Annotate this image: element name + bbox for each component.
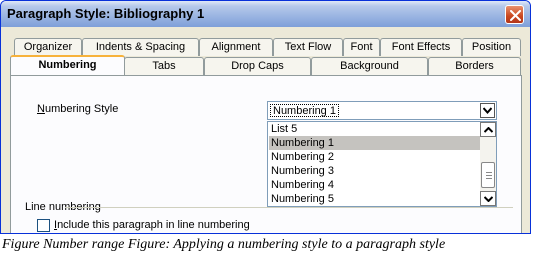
grip-line [486,175,492,176]
grip-line [486,172,492,173]
numbering-style-dropdown[interactable]: Numbering 1 [267,101,497,120]
grip-line [486,178,492,179]
scroll-down-button[interactable] [480,191,496,206]
include-line-numbering-checkbox[interactable] [37,219,50,232]
scroll-thumb[interactable] [481,162,495,188]
list-item-numbering-3[interactable]: Numbering 3 [269,164,480,178]
list-item-numbering-1[interactable]: Numbering 1 [269,136,480,150]
list-scrollbar[interactable] [480,122,496,206]
tab-borders[interactable]: Borders [428,57,521,75]
dropdown-button[interactable] [480,103,495,118]
tab-background[interactable]: Background [311,57,428,75]
include-line-numbering-label[interactable]: Include this paragraph in line numbering [54,219,250,231]
tab-numbering[interactable]: Numbering [10,55,125,75]
tab-tabs[interactable]: Tabs [124,57,204,75]
tab-font-effects[interactable]: Font Effects [380,38,462,56]
scroll-up-button[interactable] [480,122,496,137]
chevron-down-icon [483,107,492,114]
group-divider [65,207,513,208]
figure-caption: Figure Number range Figure: Applying a n… [2,237,446,252]
numbering-style-list[interactable]: List 5 Numbering 1 Numbering 2 Numbering… [267,121,497,207]
paragraph-style-dialog: Paragraph Style: Bibliography 1 Organize… [0,0,531,234]
tab-organizer[interactable]: Organizer [14,38,82,56]
close-icon [510,10,521,21]
list-item-list-5[interactable]: List 5 [269,122,480,136]
arrow-down-icon [484,196,493,202]
arrow-up-icon [484,127,493,133]
window-title: Paragraph Style: Bibliography 1 [7,6,205,21]
list-item-numbering-4[interactable]: Numbering 4 [269,178,480,192]
title-bar[interactable]: Paragraph Style: Bibliography 1 [1,1,530,27]
tab-indents-spacing[interactable]: Indents & Spacing [82,38,199,56]
numbering-style-value: Numbering 1 [270,104,339,117]
close-button[interactable] [505,5,524,24]
list-item-numbering-2[interactable]: Numbering 2 [269,150,480,164]
tab-alignment[interactable]: Alignment [199,38,273,56]
tab-font[interactable]: Font [343,38,380,56]
list-item-numbering-5[interactable]: Numbering 5 [269,192,480,206]
tab-drop-caps[interactable]: Drop Caps [204,57,311,75]
tab-position[interactable]: Position [462,38,521,56]
tab-text-flow[interactable]: Text Flow [273,38,343,56]
numbering-style-label: Numbering Style [37,103,119,115]
